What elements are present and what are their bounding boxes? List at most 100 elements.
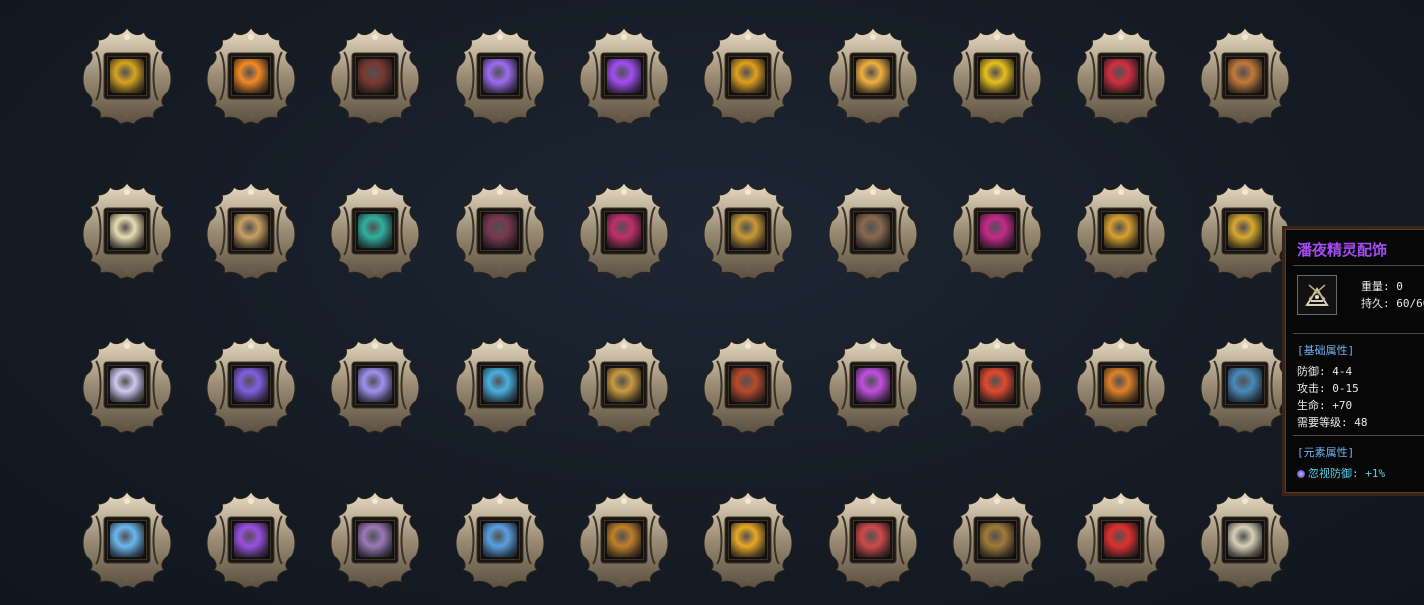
item-icon-box bbox=[604, 520, 644, 560]
item-icon-box bbox=[231, 365, 271, 405]
item-icon-box bbox=[853, 520, 893, 560]
inventory-slot[interactable] bbox=[1198, 490, 1292, 590]
inventory-slot[interactable] bbox=[1074, 335, 1168, 435]
item-icon-box bbox=[480, 520, 520, 560]
ice-crystal-icon bbox=[110, 523, 144, 557]
item-icon-box bbox=[231, 520, 271, 560]
item-icon-box bbox=[1225, 365, 1265, 405]
war-axe-icon bbox=[607, 523, 641, 557]
spirit-orb-icon bbox=[483, 368, 517, 402]
golden-armor-icon bbox=[980, 59, 1014, 93]
dark-heart-icon bbox=[483, 214, 517, 248]
item-icon-box bbox=[1101, 56, 1141, 96]
inventory-slot[interactable] bbox=[453, 490, 547, 590]
light-scroll-icon bbox=[110, 214, 144, 248]
inventory-slot[interactable] bbox=[453, 26, 547, 126]
inventory-slot[interactable] bbox=[204, 181, 298, 281]
inventory-slot[interactable] bbox=[577, 490, 671, 590]
golden-helmet-icon bbox=[856, 59, 890, 93]
inventory-slot[interactable] bbox=[1198, 335, 1292, 435]
inventory-slot[interactable] bbox=[328, 26, 422, 126]
element-orb-icon bbox=[1297, 470, 1305, 478]
bronze-armor-icon bbox=[1228, 59, 1262, 93]
item-icon-box bbox=[1225, 56, 1265, 96]
silver-ring-icon bbox=[358, 368, 392, 402]
inventory-slot[interactable] bbox=[826, 181, 920, 281]
inventory-slot[interactable] bbox=[453, 335, 547, 435]
inventory-slot[interactable] bbox=[950, 181, 1044, 281]
inventory-slot[interactable] bbox=[701, 181, 795, 281]
ignore-defense-stat: 忽视防御: +1% bbox=[1308, 467, 1386, 480]
dark-staff-icon bbox=[358, 59, 392, 93]
item-icon-box bbox=[728, 365, 768, 405]
inventory-slot[interactable] bbox=[80, 26, 174, 126]
azure-wings-icon bbox=[1228, 368, 1262, 402]
item-icon-box bbox=[604, 211, 644, 251]
divider bbox=[1293, 333, 1424, 334]
item-icon-box bbox=[977, 211, 1017, 251]
holly-bells-icon bbox=[1104, 523, 1138, 557]
inventory-slot[interactable] bbox=[453, 181, 547, 281]
rune-sigil-icon bbox=[980, 214, 1014, 248]
inventory-slot[interactable] bbox=[328, 335, 422, 435]
item-icon-box bbox=[1101, 520, 1141, 560]
sun-star-icon bbox=[731, 523, 765, 557]
item-icon-box bbox=[107, 211, 147, 251]
inventory-slot[interactable] bbox=[80, 335, 174, 435]
inventory-slot[interactable] bbox=[701, 490, 795, 590]
inventory-slot[interactable] bbox=[701, 26, 795, 126]
inventory-slot[interactable] bbox=[826, 335, 920, 435]
blood-rose-icon bbox=[856, 523, 890, 557]
inventory-slot[interactable] bbox=[950, 335, 1044, 435]
item-icon-box bbox=[853, 365, 893, 405]
item-icon-box bbox=[355, 211, 395, 251]
divider bbox=[1293, 435, 1424, 436]
inventory-slot[interactable] bbox=[577, 335, 671, 435]
inventory-slot[interactable] bbox=[577, 26, 671, 126]
item-icon-box bbox=[231, 211, 271, 251]
item-icon-box bbox=[977, 520, 1017, 560]
inventory-slot[interactable] bbox=[577, 181, 671, 281]
inventory-slot[interactable] bbox=[1074, 490, 1168, 590]
item-icon-box bbox=[977, 56, 1017, 96]
required-level-stat: 需要等级: 48 bbox=[1297, 416, 1368, 429]
inventory-slot[interactable] bbox=[204, 335, 298, 435]
inventory-slot[interactable] bbox=[204, 26, 298, 126]
defense-stat: 防御: 4-4 bbox=[1297, 365, 1353, 378]
beast-helm-icon bbox=[856, 214, 890, 248]
inventory-slot[interactable] bbox=[1074, 26, 1168, 126]
item-icon-box bbox=[728, 56, 768, 96]
arcane-sword-icon bbox=[483, 59, 517, 93]
item-icon-box bbox=[107, 520, 147, 560]
crimson-spear-icon bbox=[1104, 59, 1138, 93]
inventory-slot[interactable] bbox=[328, 181, 422, 281]
inventory-slot[interactable] bbox=[80, 181, 174, 281]
inventory-slot[interactable] bbox=[826, 26, 920, 126]
inventory-slot[interactable] bbox=[1198, 181, 1292, 281]
inventory-slot[interactable] bbox=[1074, 181, 1168, 281]
item-icon-box bbox=[1101, 365, 1141, 405]
element-attributes-header: [元素属性] bbox=[1297, 446, 1355, 459]
inventory-slot[interactable] bbox=[826, 490, 920, 590]
item-icon-box bbox=[604, 56, 644, 96]
leather-bracer-icon bbox=[731, 368, 765, 402]
inventory-slot[interactable] bbox=[204, 490, 298, 590]
amethyst-charm-icon bbox=[856, 368, 890, 402]
inventory-slot[interactable] bbox=[950, 26, 1044, 126]
item-icon-box bbox=[355, 56, 395, 96]
crystal-pendant-icon bbox=[110, 368, 144, 402]
inventory-slot[interactable] bbox=[328, 490, 422, 590]
base-attributes-header: [基础属性] bbox=[1297, 344, 1355, 357]
item-icon-box bbox=[107, 365, 147, 405]
inventory-slot[interactable] bbox=[950, 490, 1044, 590]
attack-stat: 攻击: 0-15 bbox=[1297, 382, 1359, 395]
inventory-slot[interactable] bbox=[701, 335, 795, 435]
inventory-slot[interactable] bbox=[1198, 26, 1292, 126]
item-icon-box bbox=[1225, 211, 1265, 251]
inventory-slot[interactable] bbox=[80, 490, 174, 590]
item-icon-box bbox=[853, 56, 893, 96]
jade-blade-icon bbox=[483, 523, 517, 557]
weight-stat: 重量: 0 bbox=[1361, 280, 1403, 293]
shadow-ring-icon bbox=[358, 523, 392, 557]
golden-claws-icon bbox=[731, 214, 765, 248]
